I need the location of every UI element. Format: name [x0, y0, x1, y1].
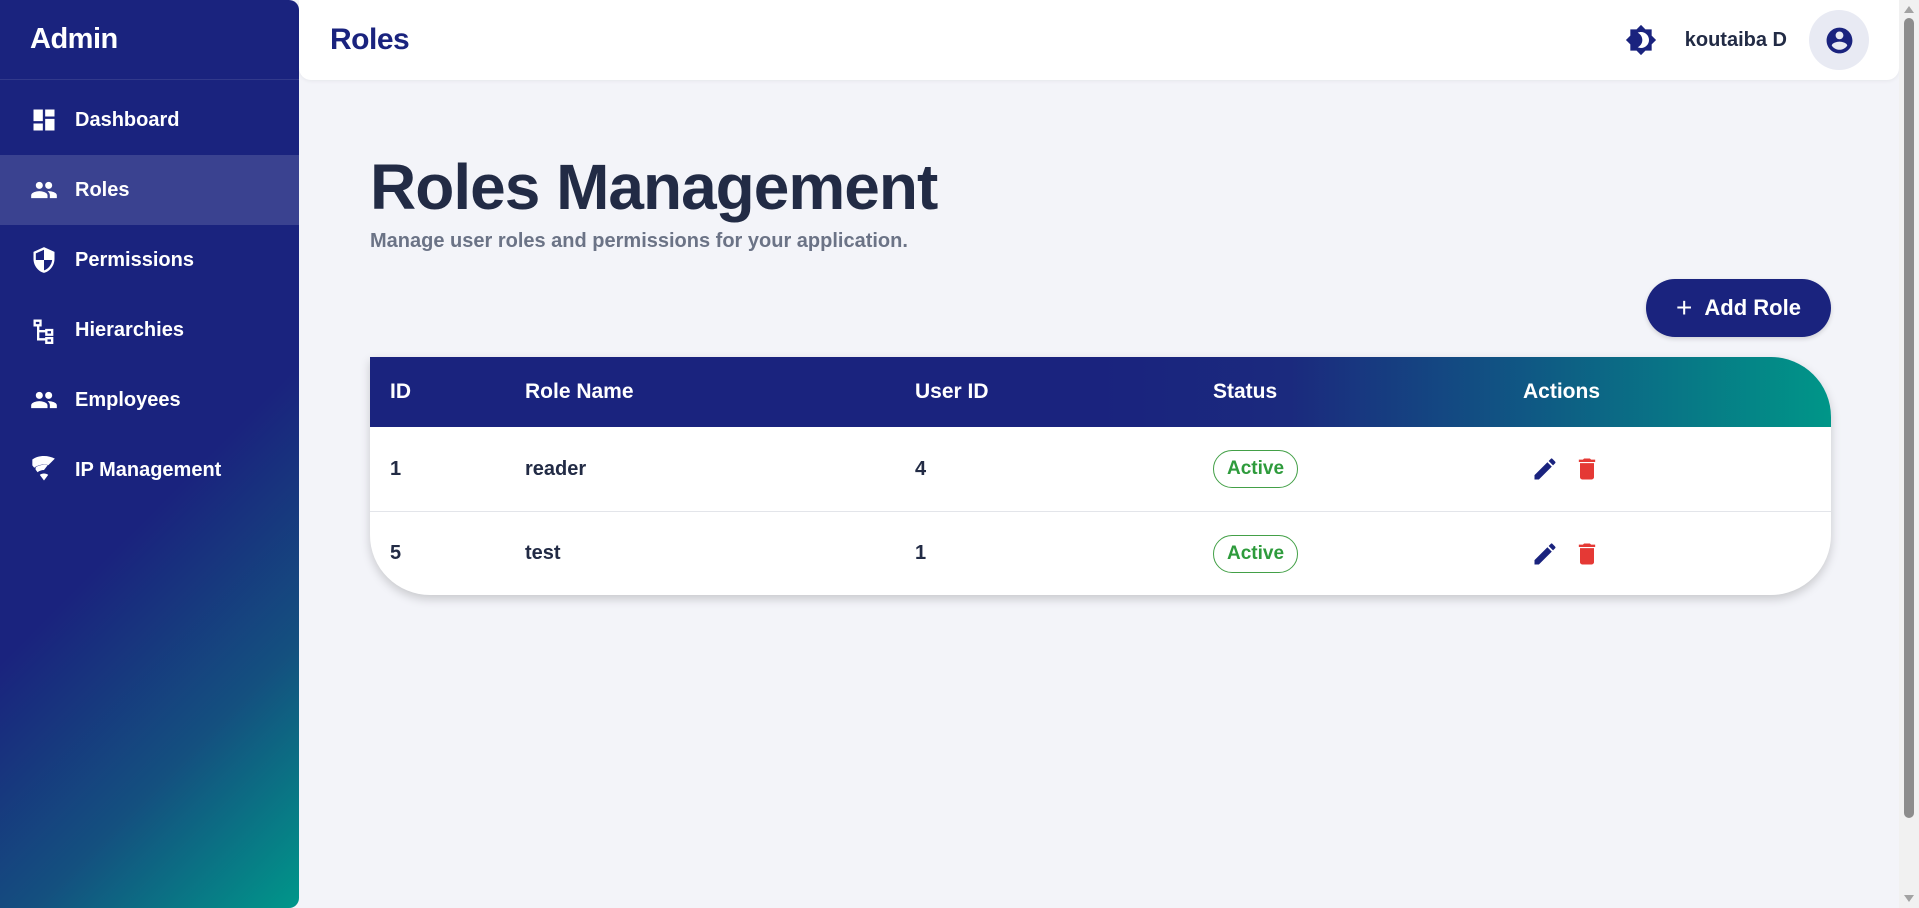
sidebar-item-label: Permissions	[75, 248, 194, 271]
edit-icon[interactable]	[1528, 452, 1562, 486]
plus-icon: +	[1676, 292, 1693, 323]
top-header: Roles koutaiba D	[299, 0, 1899, 80]
hierarchy-icon	[30, 316, 58, 344]
scrollbar-thumb[interactable]	[1904, 18, 1914, 818]
sidebar-item-dashboard[interactable]: Dashboard	[0, 85, 299, 155]
delete-icon[interactable]	[1570, 452, 1604, 486]
theme-toggle-button[interactable]	[1625, 24, 1657, 56]
role-name: reader	[525, 457, 587, 480]
sidebar: Admin Dashboard Roles Permissions Hierar…	[0, 0, 299, 908]
sidebar-item-employees[interactable]: Employees	[0, 365, 299, 435]
role-name: test	[525, 542, 561, 564]
network-icon	[30, 456, 58, 484]
header-actions: koutaiba D	[1625, 10, 1869, 70]
people-icon	[30, 386, 58, 414]
sidebar-item-roles[interactable]: Roles	[0, 155, 299, 225]
header-title: Roles	[330, 23, 410, 56]
sidebar-brand: Admin	[0, 0, 299, 80]
account-button[interactable]	[1809, 10, 1869, 70]
status-badge: Active	[1213, 450, 1299, 488]
page-subtitle: Manage user roles and permissions for yo…	[370, 230, 908, 252]
add-role-label: Add Role	[1704, 295, 1801, 320]
user-id: 4	[915, 457, 927, 480]
column-header-role-name: Role Name	[525, 380, 634, 403]
brightness-icon	[1625, 24, 1656, 56]
roles-table: ID Role Name User ID Status Actions 1 re…	[370, 357, 1831, 595]
sidebar-item-hierarchies[interactable]: Hierarchies	[0, 295, 299, 365]
table-row: 5 test 1 Active	[370, 511, 1831, 595]
column-header-actions: Actions	[1523, 380, 1601, 403]
sidebar-nav: Dashboard Roles Permissions Hierarchies …	[0, 80, 299, 505]
sidebar-item-label: Dashboard	[75, 108, 180, 131]
role-id: 5	[390, 542, 402, 564]
column-header-status: Status	[1213, 380, 1278, 403]
sidebar-item-label: Employees	[75, 388, 181, 411]
scroll-down-arrow-icon[interactable]	[1904, 895, 1914, 902]
delete-icon[interactable]	[1570, 537, 1604, 571]
sidebar-item-permissions[interactable]: Permissions	[0, 225, 299, 295]
table-row: 1 reader 4 Active	[370, 427, 1831, 511]
username: koutaiba D	[1684, 28, 1787, 51]
user-id: 1	[915, 542, 927, 564]
table-header: ID Role Name User ID Status Actions	[370, 357, 1831, 427]
sidebar-item-label: IP Management	[75, 458, 222, 481]
shield-icon	[30, 246, 58, 274]
edit-icon[interactable]	[1528, 537, 1562, 571]
sidebar-item-ip-management[interactable]: IP Management	[0, 435, 299, 505]
dashboard-icon	[30, 106, 58, 134]
people-icon	[30, 176, 58, 204]
column-header-user-id: User ID	[915, 380, 989, 403]
sidebar-item-label: Hierarchies	[75, 318, 184, 341]
scroll-up-arrow-icon[interactable]	[1904, 6, 1914, 13]
column-header-id: ID	[390, 380, 411, 403]
vertical-scrollbar[interactable]	[1899, 0, 1919, 908]
account-circle-icon	[1826, 27, 1852, 53]
add-role-button[interactable]: + Add Role	[1646, 279, 1831, 337]
status-badge: Active	[1213, 534, 1299, 573]
page-title: Roles Management	[370, 151, 938, 223]
role-id: 1	[390, 457, 402, 480]
sidebar-item-label: Roles	[75, 178, 130, 201]
